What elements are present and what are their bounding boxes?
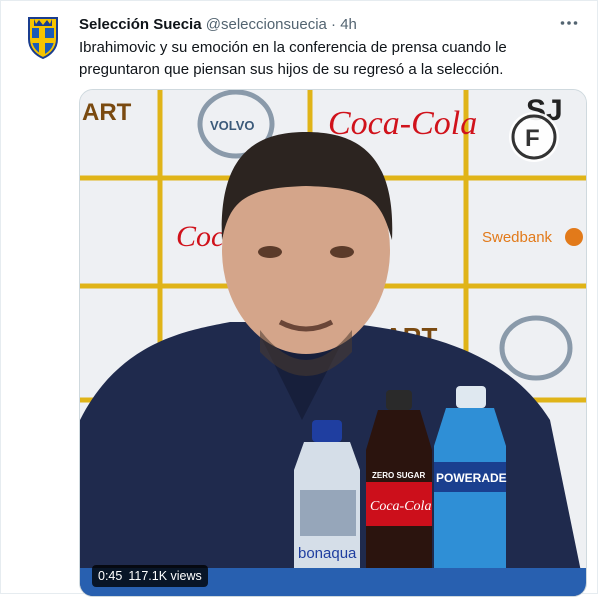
bonaqua-label: bonaqua (298, 545, 357, 562)
author-name[interactable]: Selección Suecia (79, 16, 202, 33)
sponsor-swedbank: Swedbank (482, 229, 553, 246)
video-frame: ART VOLVO Coca-Cola SJ Coca-Cola Swedban… (80, 90, 586, 596)
sponsor-coca-cola: Coca-Cola (328, 105, 477, 142)
channel-logo: F (509, 112, 559, 162)
video-overlay-badge: 0:45 117.1K views (92, 565, 208, 587)
avatar[interactable] (19, 13, 67, 61)
more-options-button[interactable] (557, 11, 581, 35)
channel-logo-letter: F (525, 125, 540, 152)
bottle-bonaqua: bonaqua (294, 420, 360, 570)
tweet-card[interactable]: Selección Suecia @seleccionsuecia · 4h I… (0, 0, 598, 597)
video-duration: 0:45 (98, 569, 123, 583)
sponsor-art: ART (82, 99, 132, 126)
sponsor-volvo: VOLVO (210, 118, 255, 133)
timestamp[interactable]: 4h (340, 16, 357, 33)
coca-cola-bottle-label: Coca-Cola (370, 499, 431, 514)
author-handle[interactable]: @seleccionsuecia (206, 16, 327, 33)
more-horizontal-icon (560, 21, 578, 25)
tweet-header: Selección Suecia @seleccionsuecia · 4h (79, 15, 357, 35)
crest-icon (28, 17, 58, 59)
separator: · (331, 16, 337, 33)
video-views: 117.1K views (128, 569, 202, 583)
tweet-text: Ibrahimovic y su emoción en la conferenc… (79, 39, 507, 78)
zero-sugar-label: ZERO SUGAR (372, 471, 426, 480)
video-player[interactable]: ART VOLVO Coca-Cola SJ Coca-Cola Swedban… (79, 89, 587, 597)
powerade-label: POWERADE (436, 471, 507, 485)
